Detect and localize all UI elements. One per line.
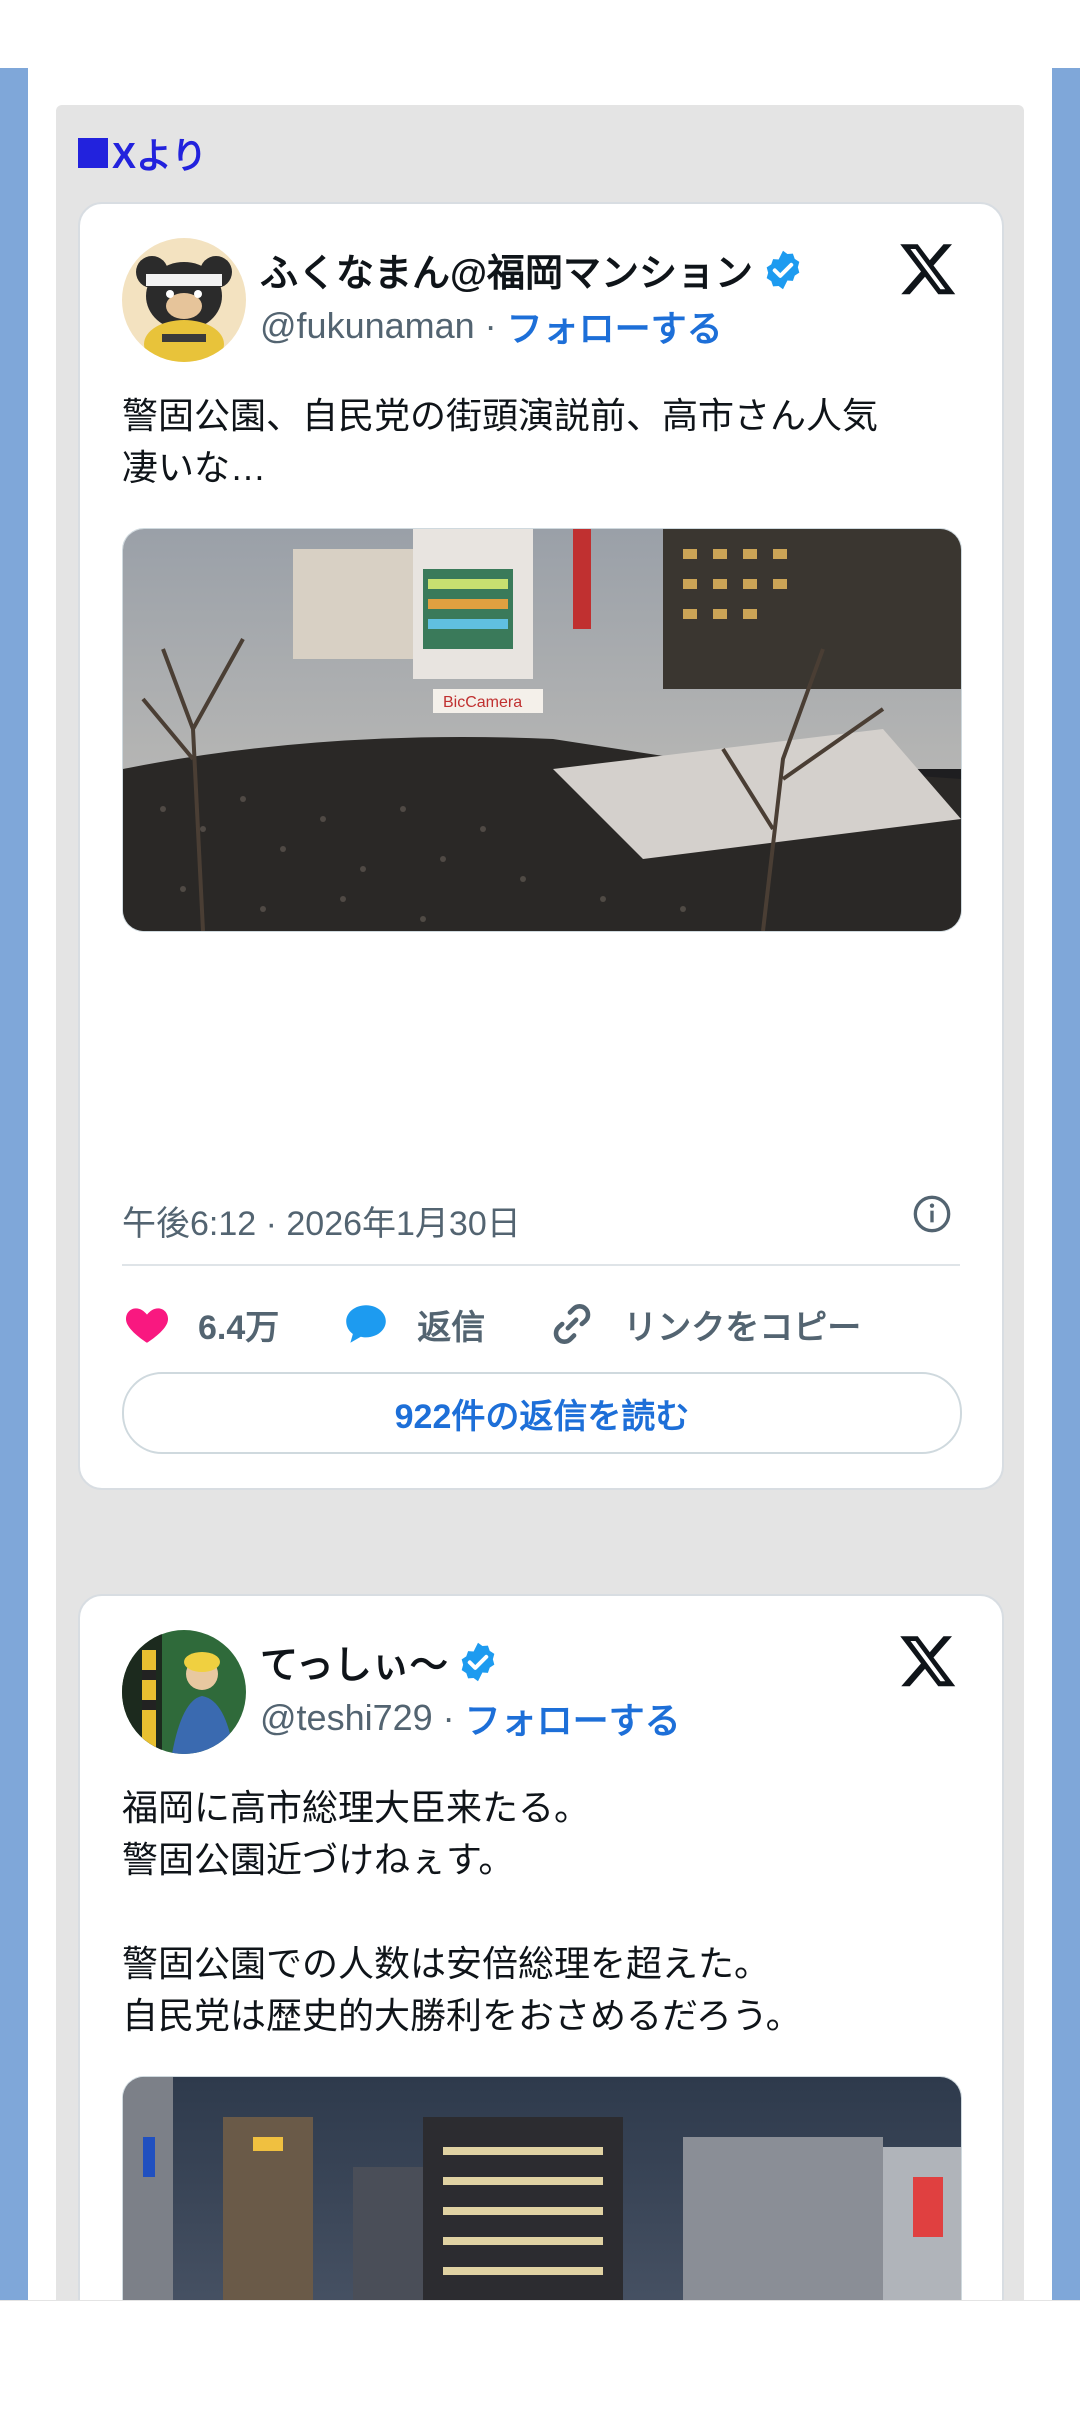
verified-badge-icon — [766, 250, 800, 289]
read-replies-button[interactable]: 922件の返信を読む — [122, 1372, 962, 1454]
handle[interactable]: @teshi729 — [260, 1697, 433, 1739]
tweet-text-line: 警固公園、自民党の街頭演説前、高市さん人気 — [122, 395, 879, 436]
reply-button[interactable]: 返信 — [341, 1299, 485, 1349]
section-header: Xより — [78, 127, 207, 179]
tweet-text-line: 凄いな… — [122, 447, 267, 488]
tweet-text-line: 自民党は歴史的大勝利をおさめるだろう。 — [122, 1995, 802, 2036]
tweet-actions: 6.4万 返信 リンクをコピー — [122, 1294, 923, 1354]
x-logo-icon[interactable] — [898, 1630, 958, 1690]
x-embed-panel: Xより ふくなまん@福岡マンション @fukunaman · フォローする 警固… — [56, 105, 1024, 2405]
left-margin-bar — [0, 68, 28, 2300]
square-bullet-icon — [78, 138, 108, 168]
photo-sign-text: BicCamera — [443, 694, 522, 711]
handle[interactable]: @fukunaman — [260, 305, 475, 347]
heart-icon — [125, 1308, 169, 1343]
right-margin-bar — [1052, 68, 1080, 2300]
tweet-text: 警固公園、自民党の街頭演説前、高市さん人気 凄いな… — [122, 390, 962, 494]
link-icon — [554, 1304, 591, 1344]
display-name[interactable]: てっしぃ〜 — [260, 1634, 448, 1689]
tweet-text-line: 警固公園近づけねぇす。 — [122, 1839, 515, 1880]
follow-button[interactable]: フォローする — [465, 1692, 681, 1744]
copy-link-label: リンクをコピー — [623, 1308, 862, 1347]
follow-button[interactable]: フォローする — [507, 300, 723, 352]
verified-badge-icon — [461, 1642, 495, 1681]
tweet-card: てっしぃ〜 @teshi729 · フォローする 福岡に高市総理大臣来たる。 警… — [78, 1594, 1004, 2405]
tweet-timestamp[interactable]: 午後6:12 · 2026年1月30日 — [122, 1196, 521, 1245]
avatar[interactable] — [122, 1630, 246, 1754]
x-logo-icon[interactable] — [898, 238, 958, 298]
tweet-photo[interactable]: BicCamera — [122, 528, 962, 932]
reply-label: 返信 — [417, 1308, 486, 1347]
reply-bubble-icon — [346, 1305, 387, 1343]
separator-dot: · — [484, 305, 497, 346]
copy-link-button[interactable]: リンクをコピー — [547, 1299, 861, 1349]
tweet-text-line: 警固公園での人数は安倍総理を超えた。 — [122, 1943, 771, 1984]
display-name[interactable]: ふくなまん@福岡マンション — [260, 242, 753, 297]
tweet-text-line: 福岡に高市総理大臣来たる。 — [122, 1787, 591, 1828]
section-header-text: Xより — [112, 135, 208, 176]
divider — [122, 1264, 960, 1266]
bottom-blank-area — [0, 2300, 1080, 2433]
tweet-card: ふくなまん@福岡マンション @fukunaman · フォローする 警固公園、自… — [78, 202, 1004, 1490]
info-icon[interactable] — [912, 1194, 952, 1234]
tweet-text: 福岡に高市総理大臣来たる。 警固公園近づけねぇす。 警固公園での人数は安倍総理を… — [122, 1782, 962, 2042]
avatar[interactable] — [122, 238, 246, 362]
separator-dot: · — [442, 1697, 455, 1738]
like-button[interactable]: 6.4万 — [122, 1299, 279, 1349]
like-count: 6.4万 — [198, 1308, 280, 1347]
